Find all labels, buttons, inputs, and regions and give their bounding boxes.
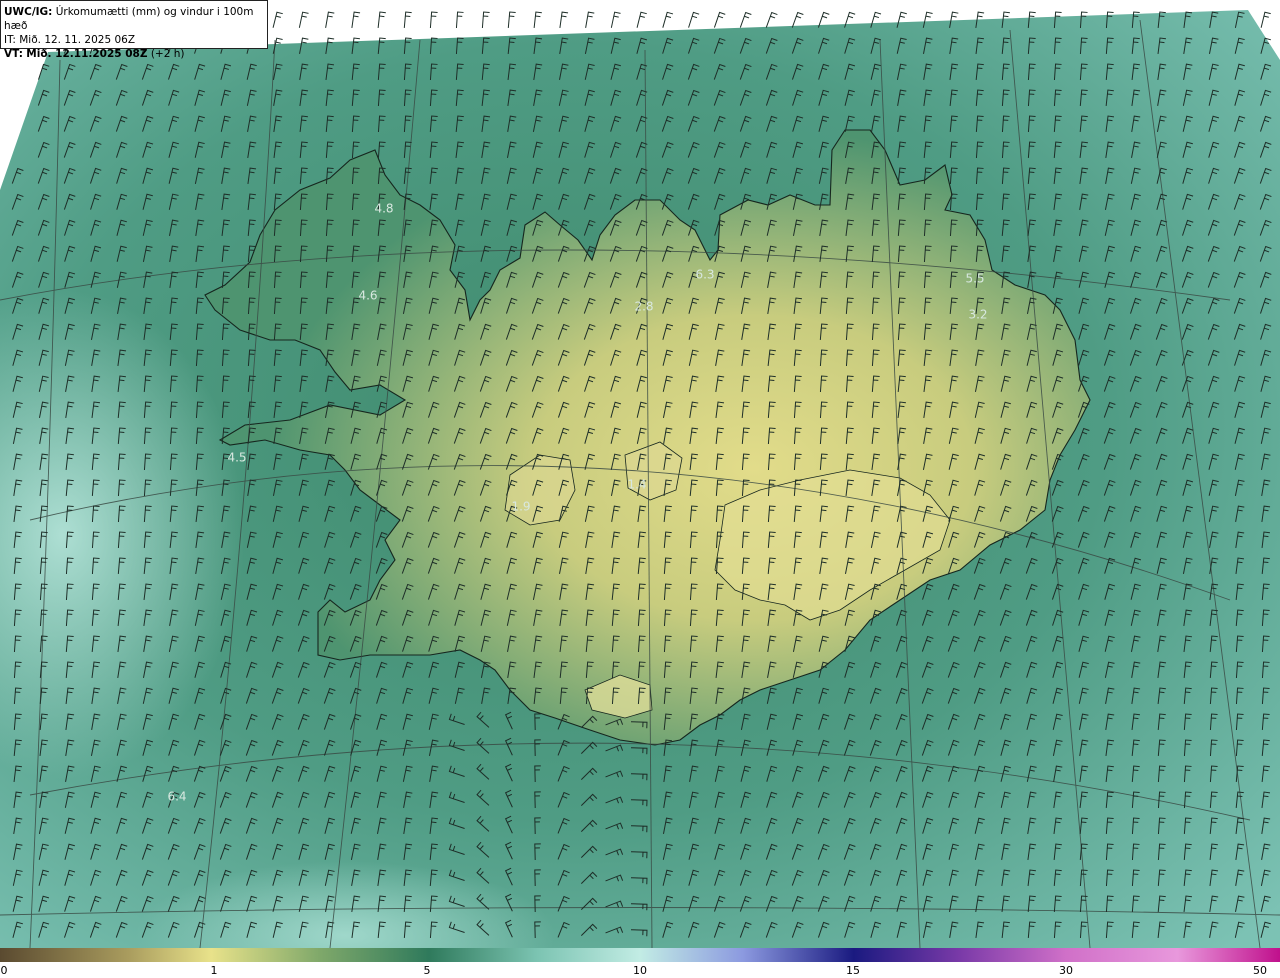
value-label: 4.8 [374, 202, 393, 216]
value-label: 1.9 [511, 500, 530, 514]
colorbar-gradient [0, 948, 1280, 962]
colorbar [0, 948, 1280, 962]
wind-barb [429, 11, 438, 29]
valid-time-line: VT: Mið. 12.11.2025 08Z (+2 h) [4, 47, 264, 61]
wind-barb [1260, 11, 1271, 28]
wind-barb [713, 11, 726, 28]
valid-time-label: VT: [4, 48, 23, 60]
map-title-box: UWC/IG: Úrkomumætti (mm) og vindur i 100… [0, 0, 268, 60]
valid-time-offset: (+2 h) [150, 48, 185, 60]
colorbar-tick: 50 [1253, 964, 1267, 977]
wind-barb [507, 11, 516, 29]
colorbar-tick: 30 [1059, 964, 1073, 977]
value-label: 4.6 [358, 289, 377, 303]
wind-barb [325, 11, 335, 28]
wind-barb [533, 11, 542, 29]
title-line: UWC/IG: Úrkomumætti (mm) og vindur i 100… [4, 5, 264, 33]
colorbar-tick: 10 [633, 964, 647, 977]
wind-barb [481, 11, 490, 29]
init-time-label: IT: [4, 34, 16, 46]
value-label: 4.5 [227, 451, 246, 465]
value-label: 3.2 [968, 308, 987, 322]
wind-barb [351, 11, 361, 28]
valid-time-value: Mið. 12.11.2025 08Z [26, 48, 148, 60]
wind-barb [662, 11, 674, 28]
init-time-value: Mið. 12. 11. 2025 06Z [19, 34, 136, 46]
value-label: 6.4 [167, 790, 186, 804]
model-name: UWC/IG: [4, 6, 53, 18]
precipitation-map: 4.8 4.6 6.3 2.8 5.5 3.2 4.5 6.4 1.4 1.9 [0, 10, 1280, 948]
colorbar-tick: 5 [423, 964, 431, 977]
init-time-line: IT: Mið. 12. 11. 2025 06Z [4, 33, 264, 47]
value-label: 5.5 [965, 272, 984, 286]
wind-barb [559, 11, 569, 28]
wind-barb [585, 11, 595, 28]
value-label: 6.3 [695, 268, 714, 282]
wind-barb [739, 11, 752, 28]
wind-barb [455, 11, 464, 29]
value-label: 1.4 [627, 478, 646, 492]
wind-barb [377, 11, 386, 29]
colorbar-tick: 0 [0, 964, 8, 977]
wind-barb [610, 11, 621, 28]
colorbar-tick: 1 [210, 964, 218, 977]
wind-barb [636, 11, 647, 28]
colorbar-tick-labels: 0 1 5 10 15 30 50 [0, 962, 1280, 978]
wind-barb [298, 11, 309, 28]
wind-barb [688, 11, 700, 28]
value-label: 2.8 [634, 300, 653, 314]
colorbar-tick: 15 [846, 964, 860, 977]
wind-barb [272, 11, 283, 28]
wind-barb [403, 11, 412, 29]
